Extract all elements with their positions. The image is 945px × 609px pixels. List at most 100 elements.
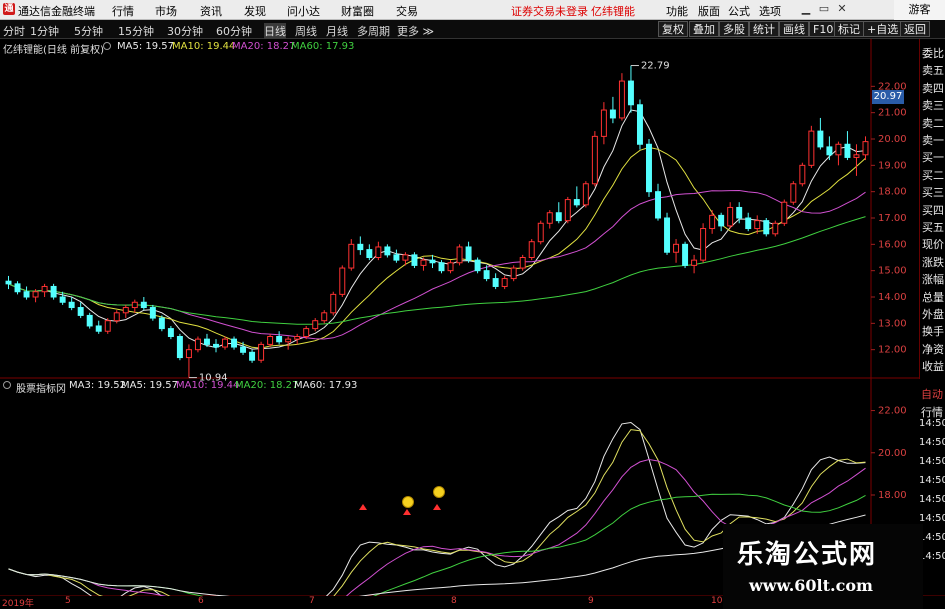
candle-body <box>709 214 716 230</box>
price-tick-label: 17.00 <box>878 213 907 224</box>
buy-signal-arrow <box>433 504 441 510</box>
candle-body <box>312 320 319 330</box>
candle-body <box>176 336 183 359</box>
candle-body <box>393 254 400 261</box>
watermark-url: www.60lt.com <box>749 576 873 595</box>
quote-row-label: 收益 <box>922 360 944 374</box>
sub-side-value: 14:50 <box>919 494 945 505</box>
candle-body <box>32 291 39 298</box>
candle-body <box>276 336 283 343</box>
candle-body <box>492 278 499 287</box>
price-tick-label: 18.00 <box>878 187 907 198</box>
candle-body <box>95 325 102 332</box>
candle-body <box>357 243 364 251</box>
main-legend-ma10: MA10: 19.44 <box>172 41 236 52</box>
quote-row-label: 卖三 <box>922 99 944 113</box>
smiley-signal-icon <box>433 486 445 498</box>
candle-body <box>727 206 734 227</box>
candle-body <box>826 146 833 156</box>
candle-body <box>862 141 869 156</box>
sub-chart-side: 自动 行情 <box>919 382 945 422</box>
candle-body <box>50 285 57 298</box>
candle-body <box>384 246 391 256</box>
kline-chart[interactable]: 22.00 21.00 20.00 19.00 18.00 17.00 16.00 15.00… <box>0 0 945 609</box>
candle-body <box>627 80 634 106</box>
quote-row-label: 总量 <box>922 290 944 304</box>
candle-body <box>691 259 698 266</box>
candle-body <box>194 338 201 351</box>
candle-body <box>375 246 382 258</box>
candle-body <box>411 254 418 266</box>
date-month-label: 9 <box>588 596 594 606</box>
sub-side-value: 14:50 <box>919 437 945 448</box>
quote-label[interactable]: 行情 <box>921 404 943 420</box>
high-label: 22.79 <box>641 61 670 72</box>
price-tick-label: 21.00 <box>878 108 907 119</box>
smiley-signal-icon <box>402 496 414 508</box>
candle-body <box>465 246 472 261</box>
quote-row-label: 买四 <box>922 203 944 217</box>
candle-body <box>510 267 517 280</box>
date-month-label: 5 <box>65 596 71 606</box>
candle-body <box>59 296 66 303</box>
quote-row-label: 净资 <box>922 342 944 356</box>
candle-body <box>258 343 265 361</box>
candle-body <box>781 201 788 224</box>
ma10-line <box>8 146 866 349</box>
candle-body <box>456 246 463 264</box>
candle-body <box>231 338 238 348</box>
candle-body <box>185 349 192 359</box>
candle-body <box>844 143 851 158</box>
candle-body <box>86 314 93 327</box>
candle-body <box>682 243 689 266</box>
candle-body <box>203 338 210 345</box>
candle-body <box>600 109 607 137</box>
sub-legend-toggle-icon[interactable] <box>3 380 11 391</box>
candle-body <box>835 143 842 156</box>
candle-body <box>68 301 75 309</box>
main-legend-ma60: MA60: 17.93 <box>291 41 355 52</box>
price-tick-label: 20.00 <box>878 134 907 145</box>
date-year-label: 2019年 <box>2 599 34 609</box>
candle-body <box>700 228 707 261</box>
candle-body <box>546 212 553 224</box>
candle-body <box>429 259 436 264</box>
candle-body <box>555 212 562 222</box>
price-tick-label: 19.00 <box>878 160 907 171</box>
candle-body <box>808 130 815 166</box>
candle-body <box>321 312 328 322</box>
candle-body <box>817 130 824 148</box>
candle-body <box>799 164 806 185</box>
sub-legend-title[interactable]: 股票指标冈 <box>16 380 66 395</box>
candle-body <box>14 283 21 293</box>
sub-legend-ma5: MA5: 19.57 <box>121 380 179 391</box>
quote-row-label: 买一 <box>922 151 944 165</box>
candle-body <box>736 206 743 219</box>
sub-legend-ma10: MA10: 19.44 <box>176 380 240 391</box>
candle-body <box>537 222 544 243</box>
quote-row-label: 卖四 <box>922 81 944 95</box>
candle-body <box>609 109 616 119</box>
quote-row-label: 现价 <box>922 238 944 252</box>
quote-row-label: 卖二 <box>922 116 944 130</box>
sub-legend-ma3: MA3: 19.52 <box>69 380 127 391</box>
candle-body <box>618 80 625 119</box>
price-tick-label: 14.00 <box>878 292 907 303</box>
sub-side-value: 14:50 <box>919 475 945 486</box>
watermark-title: 乐淘公式网 <box>737 540 878 570</box>
candle-body <box>673 243 680 253</box>
candle-body <box>303 328 310 338</box>
candle-body <box>240 346 247 353</box>
candle-body <box>519 257 526 269</box>
candle-body <box>636 104 643 145</box>
quote-row-label: 委比 <box>922 47 944 60</box>
candle-body <box>285 338 292 343</box>
candle-body <box>501 278 508 287</box>
price-tick-label: 15.00 <box>878 266 907 277</box>
candle-body <box>664 217 671 253</box>
quote-row-label: 卖五 <box>922 64 944 78</box>
candle-body <box>140 301 147 309</box>
auto-label[interactable]: 自动 <box>921 386 943 402</box>
sub-tick-label: 20.00 <box>878 448 907 459</box>
main-legend-toggle-icon[interactable] <box>103 41 111 52</box>
